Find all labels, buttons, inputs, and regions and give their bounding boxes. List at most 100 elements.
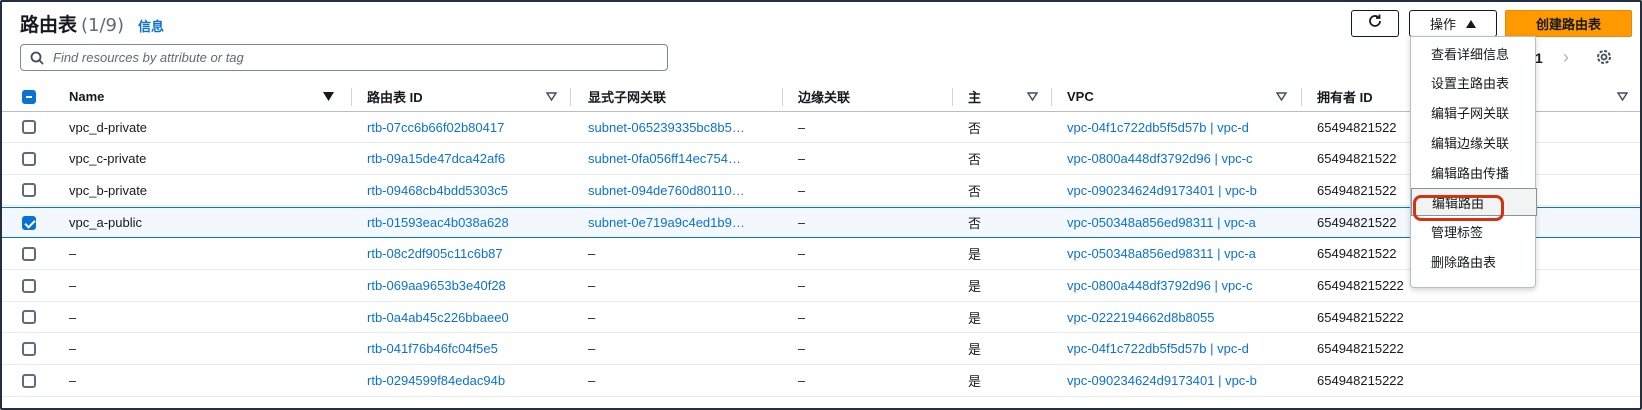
- sort-desc-icon[interactable]: [1027, 82, 1038, 111]
- menu-item[interactable]: 管理标签: [1411, 218, 1537, 246]
- menu-item[interactable]: 设置主路由表: [1411, 69, 1537, 97]
- cell-owner-id: 654948215222: [1317, 278, 1404, 293]
- cell-vpc[interactable]: vpc-090234624d9173401 | vpc-b: [1067, 366, 1257, 396]
- menu-item[interactable]: 编辑路由传播: [1411, 158, 1537, 186]
- cell-explicit-subnet[interactable]: subnet-0e719a9c4ed1b9…: [588, 208, 766, 237]
- cell-explicit-subnet[interactable]: subnet-065239335bc8b5…: [588, 112, 766, 142]
- table-row[interactable]: – rtb-041f76b46fc04f5e5 – – 是 vpc-04f1c722db5…: [2, 334, 1640, 365]
- column-header-main[interactable]: 主: [968, 82, 981, 111]
- row-checkbox[interactable]: [22, 112, 36, 142]
- row-checkbox[interactable]: [22, 208, 36, 237]
- cell-name: –: [69, 341, 77, 357]
- cell-owner-id: 654948215222: [1317, 373, 1404, 389]
- cell-name: vpc_a-public: [69, 215, 142, 231]
- cell-main: 是: [968, 247, 982, 263]
- table-row[interactable]: vpc_a-public rtb-01593eac4b038a628 subnet-…: [2, 207, 1640, 239]
- column-divider[interactable]: [351, 88, 352, 106]
- table-row[interactable]: vpc_d-private rtb-07cc6b66f02b80417 subnet…: [2, 112, 1640, 143]
- row-checkbox[interactable]: [22, 144, 36, 174]
- table-row[interactable]: – rtb-069aa9653b3e40f28 – – 是 vpc-0800a448df3…: [2, 271, 1640, 302]
- cell-name: vpc_d-private: [69, 119, 148, 135]
- cell-edge-association: –: [798, 373, 806, 389]
- cell-vpc[interactable]: vpc-04f1c722db5f5d57b | vpc-d: [1067, 334, 1249, 364]
- pagination-next-icon[interactable]: ›: [1563, 47, 1569, 68]
- column-divider[interactable]: [782, 88, 783, 106]
- cell-name: –: [69, 309, 77, 325]
- selection-count: (1/9): [81, 15, 125, 36]
- column-divider[interactable]: [952, 88, 953, 106]
- row-checkbox[interactable]: [22, 366, 36, 396]
- cell-owner-id: 65494821522: [1317, 151, 1397, 167]
- cell-vpc[interactable]: vpc-0800a448df3792d96 | vpc-c: [1067, 144, 1253, 174]
- cell-main: 是: [968, 342, 982, 358]
- sort-desc-icon[interactable]: [546, 82, 557, 111]
- column-divider[interactable]: [570, 88, 571, 106]
- cell-route-table-id[interactable]: rtb-07cc6b66f02b80417: [367, 112, 504, 142]
- row-checkbox[interactable]: [22, 302, 36, 332]
- column-header-vpc[interactable]: VPC: [1067, 82, 1094, 111]
- cell-explicit-subnet[interactable]: subnet-0fa056ff14ec754…: [588, 144, 766, 174]
- cell-edge-association: –: [798, 182, 806, 198]
- row-checkbox[interactable]: [22, 239, 36, 269]
- cell-route-table-id[interactable]: rtb-08c2df905c11c6b87: [367, 239, 503, 269]
- cell-route-table-id[interactable]: rtb-0a4ab45c226bbaee0: [367, 302, 509, 332]
- cell-edge-association: –: [798, 278, 806, 293]
- cell-route-table-id[interactable]: rtb-09468cb4bdd5303c5: [367, 175, 508, 205]
- cell-owner-id: 65494821522: [1317, 119, 1397, 135]
- cell-owner-id: 654948215222: [1317, 309, 1404, 325]
- sort-desc-icon[interactable]: [1617, 82, 1628, 111]
- cell-vpc[interactable]: vpc-050348a856ed98311 | vpc-a: [1067, 239, 1256, 269]
- cell-vpc[interactable]: vpc-090234624d9173401 | vpc-b: [1067, 175, 1257, 205]
- cell-edge-association: –: [798, 246, 806, 262]
- page-title-text: 路由表: [20, 14, 78, 36]
- sort-desc-icon[interactable]: [1276, 82, 1287, 111]
- table-row[interactable]: vpc_c-private rtb-09a15de47dca42af6 subnet…: [2, 144, 1640, 175]
- cell-route-table-id[interactable]: rtb-069aa9653b3e40f28: [367, 271, 506, 301]
- cell-vpc[interactable]: vpc-0800a448df3792d96 | vpc-c: [1067, 271, 1253, 301]
- column-header-edge-association[interactable]: 边缘关联: [798, 82, 850, 111]
- menu-item[interactable]: 编辑子网关联: [1411, 99, 1537, 127]
- caret-up-icon: [1466, 16, 1476, 31]
- table-row[interactable]: – rtb-0a4ab45c226bbaee0 – – 是 vpc-0222194662d…: [2, 302, 1640, 334]
- row-checkbox[interactable]: [22, 175, 36, 205]
- cell-vpc[interactable]: vpc-04f1c722db5f5d57b | vpc-d: [1067, 112, 1249, 142]
- table-row[interactable]: – rtb-08c2df905c11c6b87 – – 是 vpc-050348a856e…: [2, 239, 1640, 270]
- cell-name: vpc_c-private: [69, 151, 147, 167]
- cell-explicit-subnet: –: [588, 373, 596, 389]
- search-input[interactable]: Find resources by attribute or tag: [20, 44, 668, 71]
- cell-edge-association: –: [798, 215, 806, 231]
- cell-explicit-subnet: –: [588, 278, 596, 293]
- column-divider[interactable]: [1301, 88, 1302, 106]
- row-checkbox[interactable]: [22, 271, 36, 301]
- gear-icon[interactable]: [1595, 48, 1613, 71]
- cell-edge-association: –: [798, 151, 806, 167]
- column-divider[interactable]: [1051, 88, 1052, 106]
- cell-route-table-id[interactable]: rtb-09a15de47dca42af6: [367, 144, 505, 174]
- menu-item[interactable]: 删除路由表: [1411, 248, 1537, 276]
- create-route-table-button[interactable]: 创建路由表: [1505, 10, 1632, 37]
- cell-route-table-id[interactable]: rtb-041f76b46fc04f5e5: [367, 334, 498, 364]
- cell-explicit-subnet[interactable]: subnet-094de760d80110…: [588, 175, 766, 205]
- menu-item[interactable]: 查看详细信息: [1411, 39, 1537, 67]
- table-row[interactable]: vpc_b-private rtb-09468cb4bdd5303c5 subnet…: [2, 175, 1640, 207]
- sort-desc-filled-icon[interactable]: [323, 82, 334, 111]
- cell-route-table-id[interactable]: rtb-01593eac4b038a628: [367, 208, 509, 237]
- cell-vpc[interactable]: vpc-0222194662d8b8055: [1067, 302, 1214, 332]
- column-header-explicit-subnet[interactable]: 显式子网关联: [588, 82, 666, 111]
- column-header-owner-id[interactable]: 拥有者 ID: [1317, 82, 1373, 111]
- menu-item[interactable]: 编辑边缘关联: [1411, 128, 1537, 156]
- cell-main: 否: [968, 183, 982, 199]
- table-row[interactable]: – rtb-0294599f84edac94b – – 是 vpc-090234624d9…: [2, 366, 1640, 397]
- column-header-name[interactable]: Name: [69, 82, 104, 111]
- edit-routes-highlight: [1413, 195, 1504, 221]
- column-header-route-table-id[interactable]: 路由表 ID: [367, 82, 423, 111]
- actions-button[interactable]: 操作: [1409, 10, 1497, 37]
- select-all-checkbox[interactable]: [22, 82, 36, 111]
- row-checkbox[interactable]: [22, 334, 36, 364]
- refresh-button[interactable]: [1351, 10, 1399, 37]
- cell-vpc[interactable]: vpc-050348a856ed98311 | vpc-a: [1067, 208, 1256, 237]
- cell-route-table-id[interactable]: rtb-0294599f84edac94b: [367, 366, 505, 396]
- cell-explicit-subnet: –: [588, 341, 596, 357]
- info-link[interactable]: 信息: [138, 16, 164, 35]
- cell-edge-association: –: [798, 341, 806, 357]
